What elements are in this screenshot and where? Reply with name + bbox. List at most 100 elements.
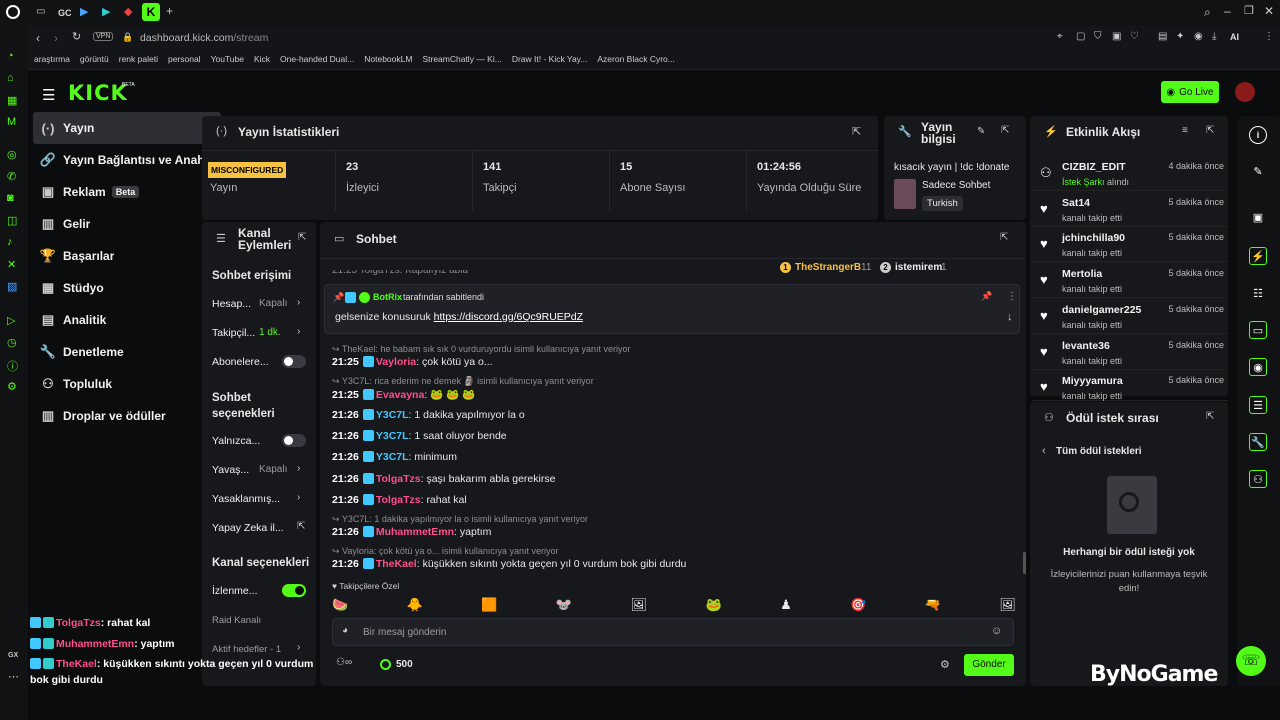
tab-icon[interactable]: ▶ [102, 5, 110, 18]
nav-item-1[interactable]: 🔗 Yayın Bağlantısı ve Anahtar [33, 144, 221, 176]
event-item[interactable]: ♥ Sat14 kanalı takip etti 5 dakika önce [1032, 193, 1228, 227]
nav-item-9[interactable]: ▥ Droplar ve ödüller [33, 400, 221, 432]
info-icon[interactable]: ⓘ [7, 358, 18, 374]
popout-icon[interactable]: ⇱ [852, 125, 861, 138]
search-icon[interactable]: ⌕ [1204, 5, 1211, 20]
reload-icon[interactable]: ↻ [72, 30, 81, 43]
event-item[interactable]: ♥ Miyyyamura kanalı takip etti 5 dakika önc… [1032, 371, 1228, 402]
bookmark-item[interactable]: NotebookLM [364, 54, 412, 64]
chat-message[interactable]: 21:25 Evavayna: 🐸 🐸 🐸 [332, 388, 475, 401]
discord-icon[interactable]: ◙ [7, 192, 14, 204]
nav-item-4[interactable]: 🏆 Başarılar [33, 240, 221, 272]
chevron-right-icon[interactable]: › [297, 297, 300, 308]
instagram-icon[interactable]: ◫ [7, 214, 17, 227]
sidebar-icon[interactable]: ⌂ [7, 72, 14, 84]
pin-icon[interactable]: ⌖ [1057, 31, 1063, 42]
menu-icon[interactable]: ⋮ [1264, 31, 1274, 42]
bookmark-item[interactable]: personal [168, 54, 201, 64]
chat-settings-icon[interactable]: ⚇∞ [336, 657, 352, 668]
nav-item-6[interactable]: ▤Analitik⌄ [33, 304, 221, 336]
event-item[interactable]: ♥ jchinchilla90 kanalı takip etti 5 dakika … [1032, 228, 1228, 263]
extensions-icon[interactable]: ✦ [1176, 31, 1184, 42]
nav-item-8[interactable]: ⚇Topluluk⌄ [33, 368, 221, 400]
external-link-icon[interactable]: ⇱ [297, 521, 305, 532]
chevron-right-icon[interactable]: › [297, 463, 300, 474]
nav-item-2[interactable]: ▣ Reklam Beta [33, 176, 221, 208]
message-user[interactable]: TolgaTzs [376, 494, 421, 506]
popout-icon[interactable]: ⇱ [1001, 125, 1009, 136]
message-user[interactable]: Evavayna [376, 389, 424, 401]
popout-icon[interactable]: ⇱ [1206, 125, 1214, 136]
reward-icon[interactable]: ⚇ [1249, 470, 1267, 488]
chat-message[interactable]: 21:26 TheKael: küşükken sıkıntı yokta geç… [332, 558, 686, 570]
vpn-badge[interactable]: VPN [93, 32, 114, 41]
avatar[interactable] [1235, 82, 1255, 102]
send-button[interactable]: Gönder [964, 654, 1014, 676]
player-icon[interactable]: ▷ [7, 314, 15, 327]
pinned-link[interactable]: https://discord.gg/6Qc9RUEPdZ [434, 311, 583, 323]
message-user[interactable]: Y3C7L [376, 451, 409, 463]
emote-picker-icon[interactable]: ◕ [342, 625, 348, 636]
message-user[interactable]: Vayloria [376, 356, 416, 368]
lightning-icon[interactable]: ⚡ [1249, 247, 1267, 265]
top-user-name[interactable]: istemirem [895, 262, 942, 273]
whatsapp-icon[interactable]: ✆ [7, 170, 16, 183]
points-value[interactable]: 500 [396, 659, 413, 670]
minimize-icon[interactable]: – [1224, 4, 1231, 18]
emote-icon[interactable]: 🖼 [631, 597, 648, 613]
media-icon[interactable]: ▣ [1249, 208, 1267, 226]
more-icon[interactable]: ⋯ [8, 670, 19, 683]
nav-item-7[interactable]: 🔧 Denetleme [33, 336, 221, 368]
tab-icon[interactable]: ▶ [80, 5, 88, 18]
chat-message[interactable]: 21:26 Y3C7L: minimum [332, 451, 457, 463]
bookmark-item[interactable]: görüntü [80, 54, 109, 64]
chevron-right-icon[interactable]: › [297, 492, 300, 503]
go-live-button[interactable]: ◉ Go Live [1161, 81, 1219, 103]
channel-actions-icon[interactable]: ☰ [1249, 396, 1267, 414]
emote-icon[interactable]: 🍉 [332, 597, 348, 613]
chat-message[interactable]: 21:26 Y3C7L: 1 saat oluyor bende [332, 430, 507, 442]
bookmark-item[interactable]: One-handed Dual... [280, 54, 354, 64]
gear-icon[interactable]: ⚙ [940, 658, 950, 671]
event-item[interactable]: ⚇ CIZBIZ_EDIT İstek Şarkı alındı 4 dakika ö… [1032, 157, 1228, 191]
bookmark-item[interactable]: Kick [254, 54, 270, 64]
forward-icon[interactable]: › [54, 31, 58, 45]
toggle-switch[interactable] [282, 355, 306, 368]
emote-icon[interactable]: 🎯 [850, 597, 866, 613]
unpin-icon[interactable]: 📌 [981, 291, 992, 302]
bookmark-item[interactable]: araştırma [34, 54, 70, 64]
hamburger-menu-icon[interactable]: ☰ [42, 86, 55, 104]
opera-logo-icon[interactable] [6, 5, 20, 19]
bookmark-item[interactable]: renk paleti [119, 54, 158, 64]
emote-icon[interactable]: 🟧 [481, 597, 497, 613]
event-item[interactable]: ♥ danielgamer225 kanalı takip etti 5 dakika… [1032, 300, 1228, 334]
nav-item-5[interactable]: ▦Stüdyo⌄ [33, 272, 221, 304]
event-item[interactable]: ♥ Mertolia kanalı takip etti 5 dakika önce [1032, 264, 1228, 299]
back-icon[interactable]: ‹ [36, 31, 40, 45]
chat-scrollbar[interactable] [1023, 552, 1026, 574]
list-icon[interactable]: ☷ [1249, 284, 1267, 302]
emote-icon[interactable]: 🐸 [705, 597, 721, 613]
message-user[interactable]: TheKael [376, 558, 417, 570]
emote-icon[interactable]: 🔫 [925, 597, 941, 613]
kick-logo[interactable]: KICK [68, 81, 128, 105]
bookmark-item[interactable]: Draw It! - Kick Yay... [512, 54, 588, 64]
popout-icon[interactable]: ⇱ [1000, 232, 1008, 243]
filter-icon[interactable]: ≡ [1182, 125, 1188, 136]
chat-input[interactable]: ◕ Bir mesaj gönderin ☺ [332, 618, 1014, 646]
tab-gc[interactable]: GC [58, 8, 72, 18]
edit-icon[interactable]: ✎ [977, 126, 985, 137]
smiley-icon[interactable]: ☺ [991, 625, 1002, 637]
nav-item-3[interactable]: ▥ Gelir [33, 208, 221, 240]
more-options-icon[interactable]: ⋮ [1007, 291, 1017, 302]
download-icon[interactable]: ⤓ [1212, 31, 1216, 42]
back-chevron-icon[interactable]: ‹ [1042, 445, 1046, 457]
nav-item-0[interactable]: (·) Yayın [33, 112, 221, 144]
toggle-switch[interactable] [282, 584, 306, 597]
tiktok-icon[interactable]: ♪ [7, 236, 13, 248]
emote-icon[interactable]: ♟ [780, 597, 792, 613]
all-requests-link[interactable]: Tüm ödül istekleri [1056, 446, 1142, 457]
sidebar-icon[interactable]: ◔ [7, 50, 14, 62]
snapshot-icon[interactable]: ▢ [1076, 31, 1085, 42]
ai-button[interactable]: AI [1230, 32, 1239, 42]
